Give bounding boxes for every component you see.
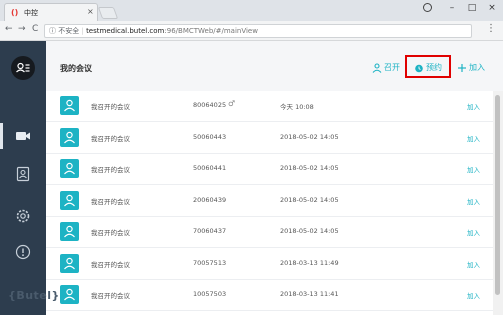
minimize-button[interactable]: –	[442, 1, 462, 17]
meeting-id: 70060437	[193, 227, 227, 235]
meeting-id: 20060439	[193, 195, 227, 204]
gear-icon	[16, 209, 30, 223]
meeting-name: 我召开的会议	[91, 229, 130, 237]
favicon-icon: ()	[11, 8, 19, 17]
meeting-id: 50060443	[193, 132, 227, 141]
meeting-avatar-icon	[60, 253, 79, 273]
meeting-row[interactable]: 我召开的会议 50060443 2018-05-02 14:05 加入	[46, 123, 493, 154]
security-indicator[interactable]: ⓘ 不安全	[49, 27, 79, 35]
list-scrollbar[interactable]	[493, 91, 503, 315]
key-icon: ♂	[228, 99, 236, 108]
meeting-name: 我召开的会议	[91, 197, 130, 206]
meeting-row[interactable]: 我召开的会议 20060439 2018-05-02 14:05 加入	[46, 186, 493, 217]
meeting-avatar-icon	[60, 159, 79, 178]
browser-menu-icon[interactable]: ⋮	[486, 23, 496, 34]
meeting-avatar-icon	[60, 96, 79, 115]
meeting-name: 我召开的会议	[91, 166, 130, 174]
sidebar-item-contacts[interactable]	[0, 161, 46, 187]
meeting-row[interactable]: 我召开的会议 70060437 2018-05-02 14:05 加入	[46, 217, 493, 248]
meeting-time: 今天 10:08	[280, 103, 314, 111]
new-tab-button[interactable]	[97, 7, 119, 19]
meeting-name: 我召开的会议	[91, 260, 130, 269]
highlight-annotation	[405, 55, 451, 78]
row-join-link[interactable]: 加入	[467, 290, 480, 300]
row-join-link[interactable]: 加入	[467, 164, 480, 174]
page-header: 我的会议 召开 预约 加入	[46, 41, 503, 91]
maximize-button[interactable]: □	[462, 1, 482, 17]
app-root: {Butel} 我的会议 召开 预约 加入 我召开的会议 80064025 ♂ …	[0, 41, 503, 315]
forward-button[interactable]: →	[18, 24, 26, 34]
profile-icon[interactable]	[423, 3, 432, 12]
start-meeting-label: 召开	[384, 63, 400, 72]
url-input[interactable]: ⓘ 不安全 | testmedical.butel.com:96/BMCTWeb…	[44, 24, 472, 38]
plus-icon	[458, 64, 466, 72]
sidebar-item-settings[interactable]	[0, 203, 46, 229]
meeting-id: 50060441	[193, 164, 227, 172]
join-meeting-label: 加入	[469, 63, 485, 72]
meeting-id: 80064025	[193, 101, 227, 109]
main-panel: 我的会议 召开 预约 加入 我召开的会议 80064025 ♂ 今天 10:08…	[46, 41, 503, 315]
meeting-time: 2018-05-02 14:05	[280, 227, 339, 235]
meeting-id: 10057503	[193, 290, 227, 298]
meeting-name: 我召开的会议	[91, 103, 130, 111]
url-path: :96/BMCTWeb/#/mainView	[164, 27, 258, 35]
sidebar-item-meetings[interactable]	[0, 123, 46, 149]
browser-tab[interactable]: () 中控 ×	[4, 3, 98, 21]
close-window-button[interactable]: ×	[482, 1, 502, 17]
tab-title: 中控	[24, 9, 38, 17]
address-book-icon	[16, 166, 30, 182]
meeting-avatar-icon	[60, 190, 79, 210]
address-bar-row: ← → C ⓘ 不安全 | testmedical.butel.com:96/B…	[0, 21, 503, 41]
meeting-row[interactable]: 我召开的会议 50060441 2018-05-02 14:05 加入	[46, 154, 493, 185]
meeting-row[interactable]: 我召开的会议 80064025 ♂ 今天 10:08 加入	[46, 91, 493, 122]
row-join-link[interactable]: 加入	[467, 227, 480, 237]
meeting-row[interactable]: 我召开的会议 70057513 2018-03-13 11:49 加入	[46, 249, 493, 280]
meeting-time: 2018-03-13 11:41	[280, 290, 339, 298]
meeting-row[interactable]: 我召开的会议 10057503 2018-03-13 11:41 加入	[46, 280, 493, 311]
browser-tab-strip: () 中控 × – □ ×	[0, 0, 503, 21]
row-join-link[interactable]: 加入	[467, 133, 480, 143]
meeting-time: 2018-05-02 14:05	[280, 195, 339, 204]
meeting-avatar-icon	[60, 222, 79, 241]
meeting-id: 70057513	[193, 258, 227, 267]
meeting-time: 2018-03-13 11:49	[280, 258, 339, 267]
meeting-name: 我召开的会议	[91, 134, 130, 143]
video-camera-icon	[16, 132, 30, 140]
reload-button[interactable]: C	[32, 24, 38, 34]
meeting-list: 我召开的会议 80064025 ♂ 今天 10:08 加入 我召开的会议 50060443 2…	[46, 91, 493, 315]
meeting-name: 我召开的会议	[91, 292, 130, 300]
row-join-link[interactable]: 加入	[467, 259, 480, 269]
meeting-avatar-icon	[60, 127, 79, 147]
meeting-time: 2018-05-02 14:05	[280, 132, 339, 141]
row-join-link[interactable]: 加入	[467, 196, 480, 206]
url-domain: testmedical.butel.com	[86, 27, 165, 35]
page-title: 我的会议	[60, 64, 92, 73]
back-button[interactable]: ←	[5, 24, 13, 34]
contact-card-icon	[16, 62, 30, 73]
info-alert-icon	[15, 244, 31, 260]
row-join-link[interactable]: 加入	[467, 101, 480, 111]
meeting-time: 2018-05-02 14:05	[280, 164, 339, 172]
person-icon	[372, 63, 382, 73]
tab-close-icon[interactable]: ×	[87, 7, 94, 16]
meeting-avatar-icon	[60, 285, 79, 304]
user-avatar[interactable]	[11, 56, 35, 80]
sidebar: {Butel}	[0, 41, 59, 315]
sidebar-item-about[interactable]	[0, 239, 46, 265]
scroll-thumb[interactable]	[495, 95, 500, 295]
